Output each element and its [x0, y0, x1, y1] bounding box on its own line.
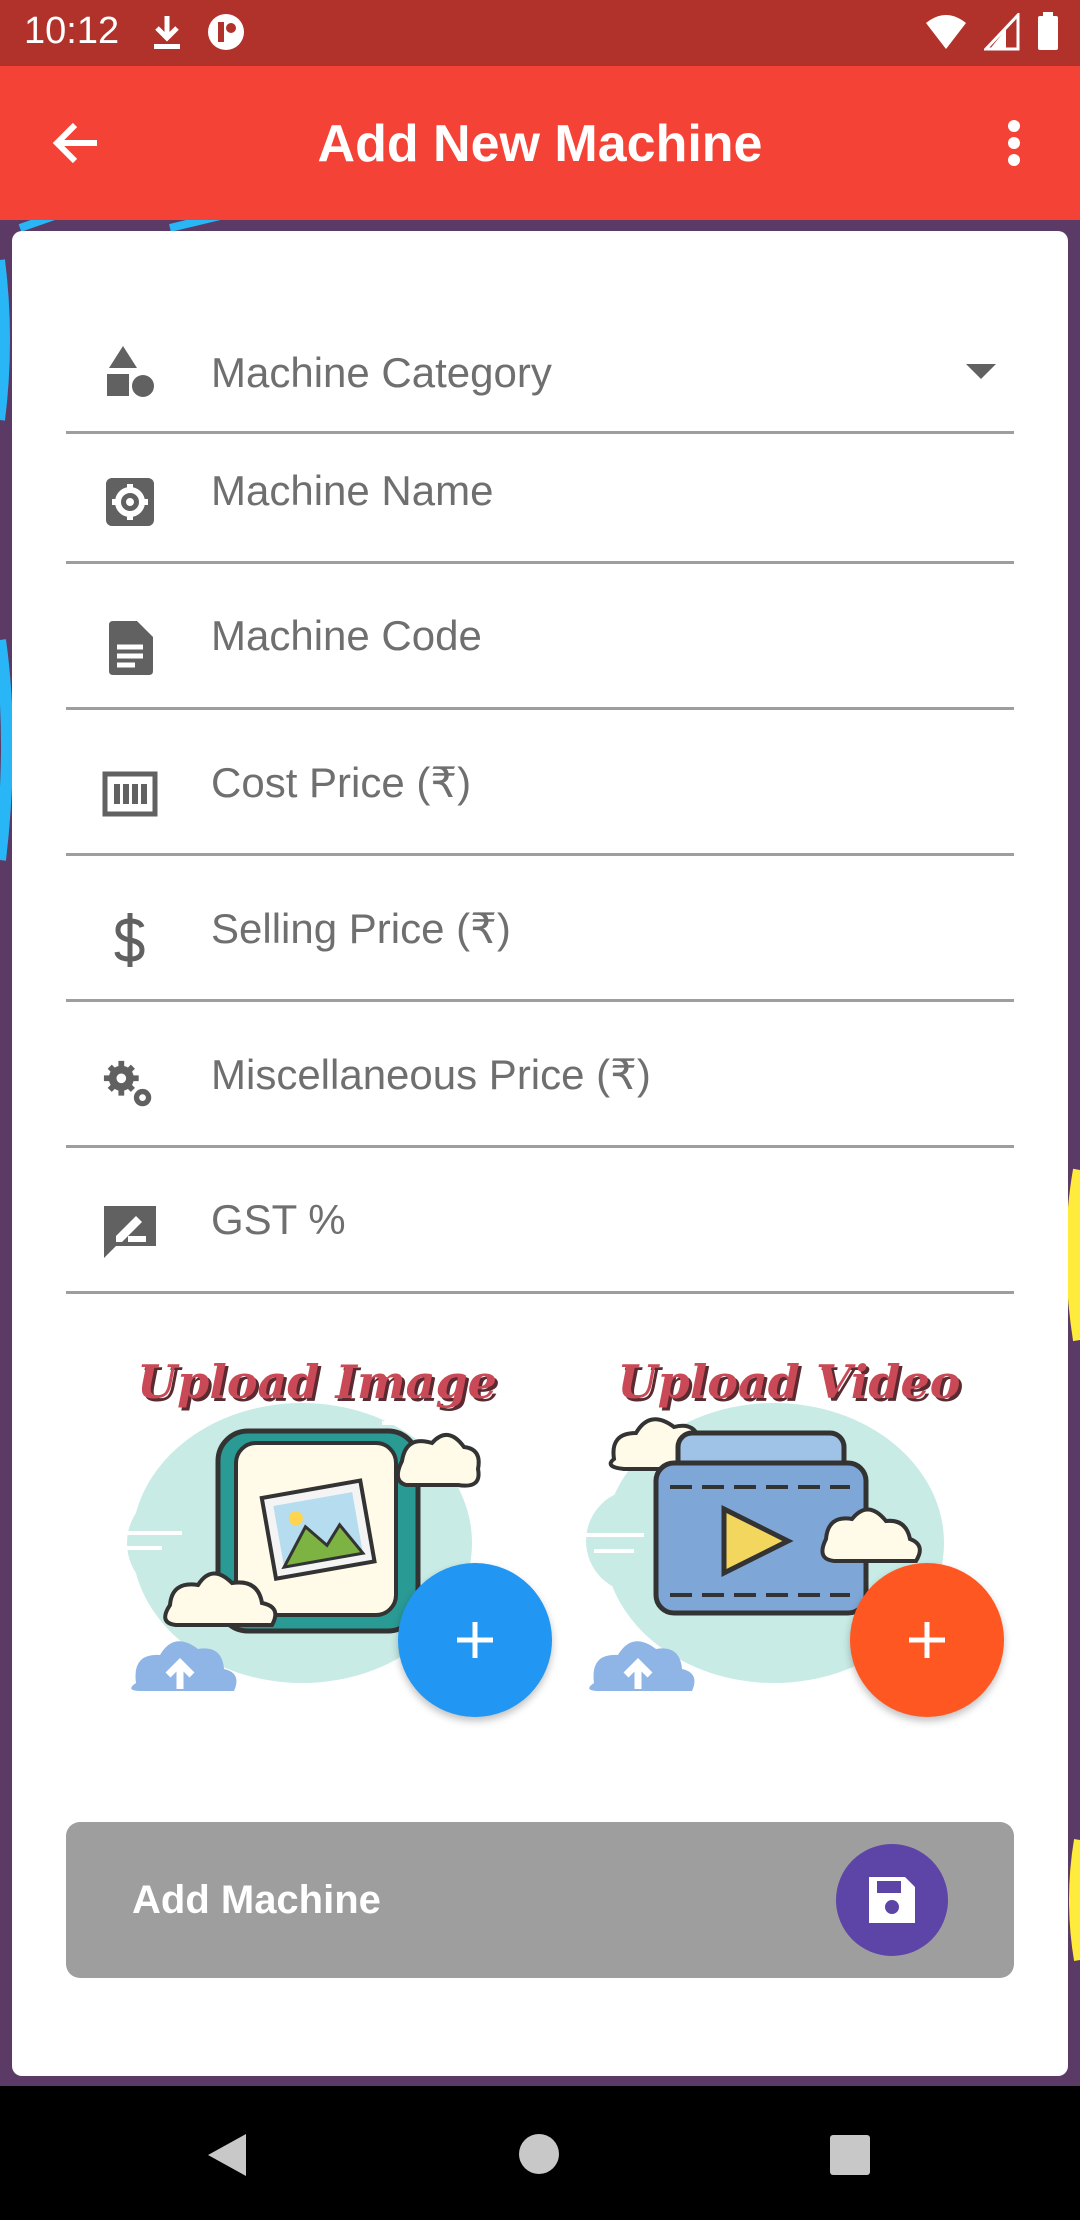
document-icon [102, 620, 158, 676]
chevron-down-icon [966, 364, 996, 379]
machine-category-label: Machine Category [211, 349, 552, 396]
gears-icon [102, 1058, 158, 1114]
add-video-button[interactable] [850, 1563, 1004, 1717]
more-vert-icon [1008, 120, 1020, 166]
miscellaneous-price-label: Miscellaneous Price (₹) [211, 1051, 651, 1098]
app-notification-icon [206, 12, 246, 57]
download-icon [150, 12, 184, 57]
upload-image-tile[interactable]: Upload Image [102, 1313, 552, 1753]
recents-square-icon[interactable] [830, 2135, 870, 2180]
form-card: Machine Category Machine Name Machine Co… [12, 231, 1068, 2076]
machine-code-input[interactable]: Machine Code [66, 564, 1014, 710]
shapes-icon [102, 344, 158, 400]
cost-price-label: Cost Price (₹) [211, 759, 472, 806]
rate-review-icon [102, 1204, 158, 1260]
machine-code-label: Machine Code [211, 612, 482, 659]
gst-percent-input[interactable]: GST % [66, 1148, 1014, 1294]
page-title: Add New Machine [317, 115, 763, 173]
wifi-icon [924, 13, 968, 56]
plus-icon [909, 1622, 945, 1658]
dollar-icon [102, 912, 158, 968]
add-image-button[interactable] [398, 1563, 552, 1717]
overflow-menu-button[interactable] [982, 111, 1046, 175]
save-icon [836, 1844, 948, 1956]
selling-price-input[interactable]: Selling Price (₹) [66, 856, 1014, 1002]
upload-video-title: Upload Video [617, 1355, 961, 1409]
status-time: 10:12 [24, 10, 120, 52]
cost-price-input[interactable]: Cost Price (₹) [66, 710, 1014, 856]
back-triangle-icon[interactable] [206, 2132, 248, 2183]
machine-name-label: Machine Name [211, 467, 494, 514]
home-circle-icon[interactable] [518, 2133, 560, 2180]
battery-icon [1036, 12, 1060, 57]
app-bar: Add New Machine [0, 66, 1080, 220]
add-machine-button[interactable]: Add Machine [66, 1822, 1014, 1978]
upload-image-title: Upload Image [137, 1355, 497, 1409]
miscellaneous-price-input[interactable]: Miscellaneous Price (₹) [66, 1002, 1014, 1148]
plus-icon [457, 1622, 493, 1658]
status-bar: 10:12 [0, 0, 1080, 66]
machine-name-input[interactable]: Machine Name [66, 434, 1014, 564]
system-nav-bar [0, 2086, 1080, 2220]
settings-box-icon [102, 474, 158, 530]
selling-price-label: Selling Price (₹) [211, 905, 511, 952]
barcode-price-icon [102, 766, 158, 822]
upload-video-tile[interactable]: Upload Video [574, 1313, 1004, 1753]
gst-percent-label: GST % [211, 1196, 346, 1243]
add-machine-label: Add Machine [132, 1878, 381, 1922]
machine-category-dropdown[interactable]: Machine Category [66, 311, 1014, 434]
signal-icon [982, 11, 1020, 56]
